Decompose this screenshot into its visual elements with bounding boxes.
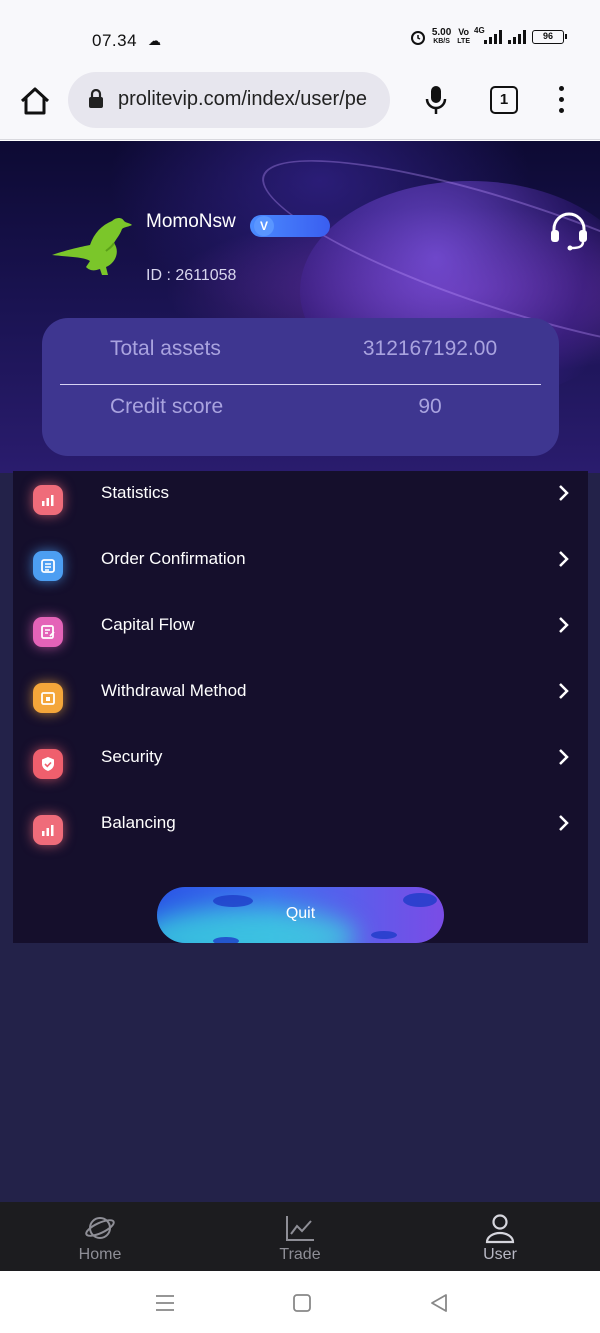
menu-item-capital-flow[interactable]: Capital Flow [13,603,588,669]
volte-bottom: LTE [457,38,470,45]
username: MomoNsw [146,211,236,232]
assets-card: Total assets 312167192.00 Credit score 9… [42,318,559,456]
menu-item-withdrawal-method[interactable]: Withdrawal Method [13,669,588,735]
button-bubble [371,931,397,939]
nav-user[interactable]: User [400,1202,600,1271]
signal-4g: 4G [474,26,502,44]
browser-menu-button[interactable] [556,86,566,116]
volte-indicator: Vo LTE [457,28,470,46]
balancing-icon [33,815,63,845]
battery-level: 96 [542,31,553,41]
signal-bars-1 [484,30,502,44]
capital-flow-icon [33,617,63,647]
kangaroo-avatar [52,218,132,275]
browser-toolbar: prolitevip.com/index/user/pe 1 [0,72,600,140]
speed-value: 5.00 [431,27,452,38]
home-square-icon[interactable] [292,1293,312,1313]
user-menu: Statistics Order Confirmation Capital Fl… [13,471,588,943]
menu-label: Security [101,747,163,766]
menu-item-statistics[interactable]: Statistics [13,471,588,537]
chevron-right-icon [559,485,569,501]
battery-icon: 96 [532,30,567,44]
chevron-right-icon [559,617,569,633]
voice-search-button[interactable] [424,84,448,116]
signal-bars-2 [508,30,526,44]
chevron-right-icon [559,749,569,765]
card-divider [60,384,541,385]
credit-score-value: 90 [418,395,442,418]
menu-item-balancing[interactable]: Balancing [13,801,588,867]
user-icon [485,1214,515,1244]
nav-label: Trade [279,1246,321,1263]
status-indicators: 5.00 KB/S Vo LTE 4G 96 [410,26,567,46]
quit-label: Quit [285,905,316,922]
address-bar[interactable]: prolitevip.com/index/user/pe [68,72,390,128]
nav-label: User [483,1246,517,1263]
home-icon [20,87,50,115]
menu-label: Balancing [101,813,176,832]
vip-level-icon: V [254,216,274,236]
planet-icon [85,1217,115,1239]
status-time: 07.34 [92,31,138,50]
volte-top: Vo [458,27,470,37]
speed-unit: KB/S [433,38,450,45]
button-bubble [213,937,239,943]
shield-icon [33,749,63,779]
nav-home[interactable]: Home [0,1202,200,1271]
chevron-right-icon [559,683,569,699]
menu-label: Order Confirmation [101,549,246,568]
menu-label: Statistics [101,483,170,502]
cloud-icon: ☁ [148,33,161,48]
browser-home-button[interactable] [18,84,52,118]
menu-label: Withdrawal Method [101,681,247,700]
recents-menu-icon[interactable] [155,1293,175,1313]
user-page: MomoNsw V ID : 2611058 Total assets 3121… [0,141,600,1202]
alarm-icon [410,31,425,45]
network-type: 4G [474,26,485,35]
chevron-right-icon [559,551,569,567]
status-bar: 07.34 ☁ 5.00 KB/S Vo LTE 4G 96 [0,0,600,72]
menu-item-order-confirmation[interactable]: Order Confirmation [13,537,588,603]
nav-trade[interactable]: Trade [200,1202,400,1271]
total-assets-value: 312167192.00 [362,337,498,360]
customer-service-icon[interactable] [548,211,590,251]
profile-header: MomoNsw V ID : 2611058 Total assets 3121… [0,141,600,473]
url-text: prolitevip.com/index/user/pe [118,88,368,110]
credit-score-label: Credit score [110,395,224,418]
quit-button[interactable]: Quit [157,887,444,943]
lock-icon [89,89,103,108]
vip-badge: V [250,215,330,237]
menu-label: Capital Flow [101,615,195,634]
tab-switcher-button[interactable]: 1 [490,86,518,114]
bottom-nav: Home Trade User [0,1202,600,1271]
system-nav-bar [0,1271,600,1333]
menu-item-security[interactable]: Security [13,735,588,801]
microphone-icon [425,86,447,114]
total-assets-label: Total assets [110,337,221,360]
user-id: ID : 2611058 [146,267,237,284]
chevron-right-icon [559,815,569,831]
order-icon [33,551,63,581]
back-triangle-icon[interactable] [429,1293,449,1313]
wallet-icon [33,683,63,713]
statistics-icon [33,485,63,515]
chart-line-icon [286,1216,314,1241]
nav-label: Home [78,1246,122,1263]
network-speed: 5.00 KB/S [432,28,451,46]
